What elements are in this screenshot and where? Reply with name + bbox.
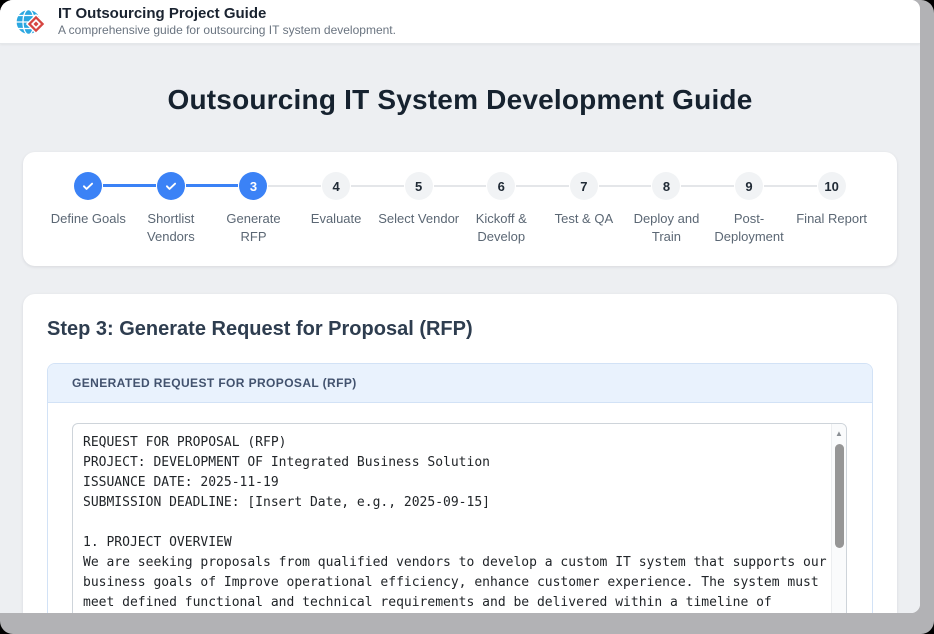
stepper-step-3[interactable]: 3 Generate RFP	[212, 172, 295, 246]
step-connector	[599, 185, 652, 187]
app-subtitle: A comprehensive guide for outsourcing IT…	[58, 23, 396, 38]
step-label: Final Report	[796, 210, 867, 228]
step-connector	[268, 185, 321, 187]
stepper-step-8[interactable]: 8 Deploy and Train	[625, 172, 708, 246]
stepper-step-6[interactable]: 6 Kickoff & Develop	[460, 172, 543, 246]
stepper-step-10[interactable]: 10 Final Report	[790, 172, 873, 246]
step-circle[interactable]: 9	[735, 172, 763, 200]
stepper-steps: Define GoalsShortlist Vendors 3 Generate R…	[47, 172, 873, 246]
step-label: Generate RFP	[212, 210, 295, 246]
step-content-card: Step 3: Generate Request for Proposal (R…	[23, 294, 897, 613]
step-label: Evaluate	[311, 210, 362, 228]
step-connector	[764, 185, 817, 187]
window-frame: IT Outsourcing Project Guide A comprehen…	[0, 0, 934, 634]
app-logo-globe-icon	[14, 5, 48, 39]
step-circle[interactable]: 5	[405, 172, 433, 200]
app-title: IT Outsourcing Project Guide	[58, 5, 396, 24]
stepper-step-7[interactable]: 7 Test & QA	[543, 172, 626, 246]
app-header: IT Outsourcing Project Guide A comprehen…	[0, 0, 920, 44]
stepper-step-5[interactable]: 5 Select Vendor	[377, 172, 460, 246]
rfp-panel: GENERATED REQUEST FOR PROPOSAL (RFP) REQ…	[47, 363, 873, 613]
scrollbar-thumb[interactable]	[835, 444, 844, 548]
step-label: Test & QA	[555, 210, 614, 228]
rfp-text: REQUEST FOR PROPOSAL (RFP) PROJECT: DEVE…	[73, 424, 846, 613]
rfp-panel-body: REQUEST FOR PROPOSAL (RFP) PROJECT: DEVE…	[48, 403, 872, 613]
screen: IT Outsourcing Project Guide A comprehen…	[0, 0, 934, 634]
step-label: Kickoff & Develop	[460, 210, 543, 246]
stepper-card: Define GoalsShortlist Vendors 3 Generate R…	[23, 152, 897, 266]
step-heading: Step 3: Generate Request for Proposal (R…	[47, 318, 873, 341]
page-body: Outsourcing IT System Development Guide …	[0, 44, 920, 613]
step-circle[interactable]: 6	[487, 172, 515, 200]
step-connector	[186, 184, 239, 187]
check-icon	[164, 179, 178, 193]
step-circle[interactable]	[74, 172, 102, 200]
step-connector	[434, 185, 487, 187]
step-circle[interactable]: 8	[652, 172, 680, 200]
step-circle[interactable]: 7	[570, 172, 598, 200]
step-label: Post-Deployment	[708, 210, 791, 246]
rfp-panel-header: GENERATED REQUEST FOR PROPOSAL (RFP)	[48, 364, 872, 403]
stepper-step-9[interactable]: 9 Post-Deployment	[708, 172, 791, 246]
scrollbar-up-arrow-icon[interactable]: ▲	[832, 424, 846, 442]
step-circle[interactable]	[157, 172, 185, 200]
step-circle[interactable]: 10	[818, 172, 846, 200]
check-icon	[81, 179, 95, 193]
rfp-scrollbar[interactable]: ▲	[831, 424, 846, 613]
app-window: IT Outsourcing Project Guide A comprehen…	[0, 0, 920, 613]
step-label: Shortlist Vendors	[130, 210, 213, 246]
page-title: Outsourcing IT System Development Guide	[23, 84, 897, 116]
step-connector	[516, 185, 569, 187]
stepper-step-4[interactable]: 4 Evaluate	[295, 172, 378, 246]
step-circle[interactable]: 3	[239, 172, 267, 200]
step-label: Define Goals	[51, 210, 126, 228]
step-connector	[103, 184, 156, 187]
step-label: Select Vendor	[378, 210, 459, 228]
step-label: Deploy and Train	[625, 210, 708, 246]
step-connector	[351, 185, 404, 187]
step-circle[interactable]: 4	[322, 172, 350, 200]
rfp-textarea[interactable]: REQUEST FOR PROPOSAL (RFP) PROJECT: DEVE…	[72, 423, 847, 613]
step-connector	[681, 185, 734, 187]
